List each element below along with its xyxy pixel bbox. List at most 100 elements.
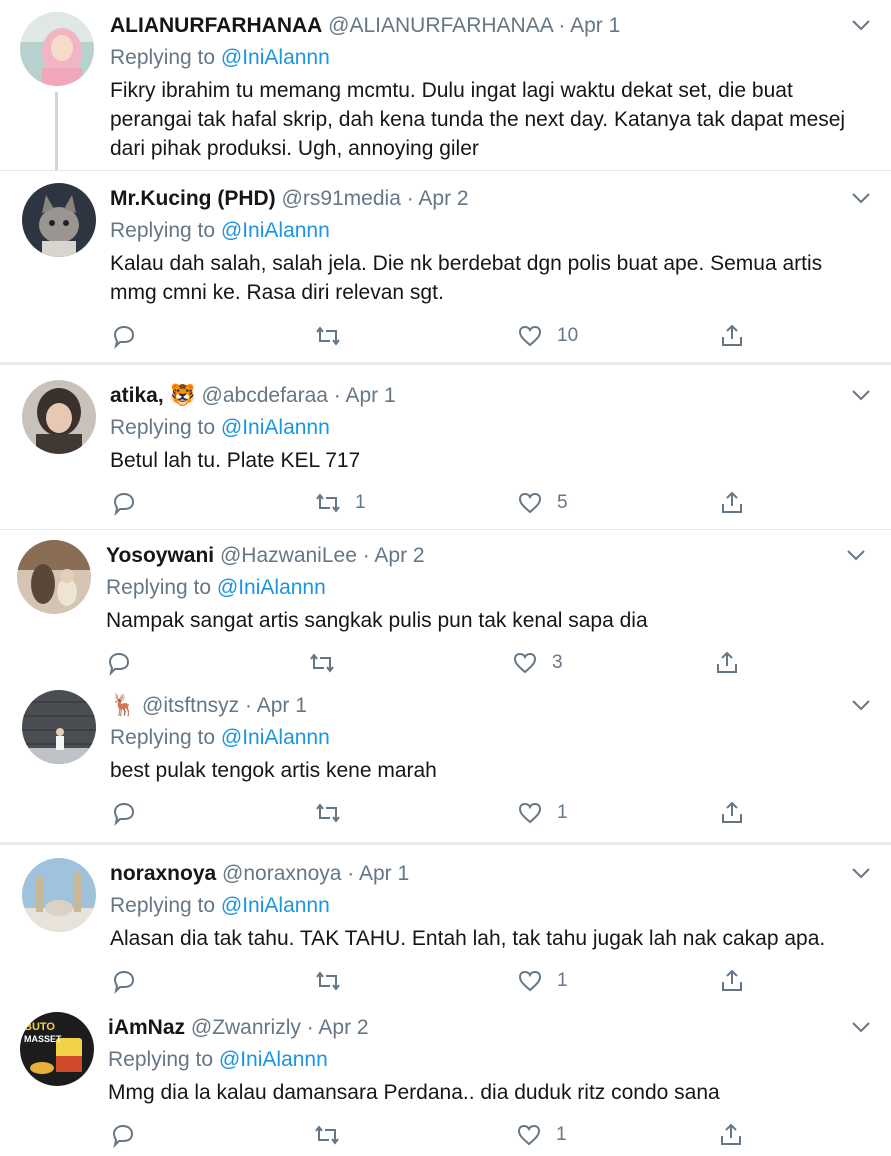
chevron-down-icon[interactable] <box>850 1016 872 1038</box>
separator-dot: · <box>362 544 370 567</box>
replying-label: Replying to <box>110 46 216 69</box>
avatar[interactable]: BUTO MASSET <box>20 1012 94 1086</box>
tweet[interactable]: 🦌 @itsftnsyz · Apr 1 Replying to @IniAla… <box>0 682 891 842</box>
tweet-text: Kalau dah salah, salah jela. Die nk berd… <box>110 252 823 304</box>
display-name[interactable]: ALIANURFARHANAA <box>110 14 322 37</box>
avatar[interactable] <box>22 858 96 932</box>
mention-link[interactable]: @IniAlannn <box>221 46 330 69</box>
mention-link[interactable]: @IniAlannn <box>219 1048 328 1071</box>
retweet-button[interactable] <box>315 798 355 828</box>
user-handle[interactable]: @noraxnoya <box>222 862 341 885</box>
tweet-text: best pulak tengok artis kene marah <box>110 759 437 782</box>
tweet[interactable]: Mr.Kucing (PHD) @rs91media · Apr 2 Reply… <box>0 171 891 361</box>
tweet-date[interactable]: Apr 2 <box>374 544 424 567</box>
reply-button[interactable] <box>111 798 151 828</box>
user-handle[interactable]: @ALIANURFARHANAA <box>328 14 552 37</box>
avatar[interactable] <box>22 690 96 764</box>
display-name[interactable]: Mr.Kucing (PHD) <box>110 187 276 210</box>
tweet-header: ALIANURFARHANAA @ALIANURFARHANAA · Apr 1 <box>110 12 620 40</box>
reply-button[interactable] <box>111 321 151 351</box>
retweet-button[interactable]: 1 <box>315 488 366 518</box>
chevron-down-icon[interactable] <box>850 14 872 36</box>
like-count: 1 <box>556 1124 567 1145</box>
retweet-icon <box>310 653 334 673</box>
like-button[interactable]: 1 <box>517 798 568 828</box>
retweet-button[interactable] <box>314 1120 354 1150</box>
user-handle[interactable]: @rs91media <box>282 187 401 210</box>
share-button[interactable] <box>719 798 745 828</box>
tweet-header: 🦌 @itsftnsyz · Apr 1 <box>110 692 307 720</box>
display-name[interactable]: noraxnoya <box>110 862 216 885</box>
share-icon <box>721 1123 741 1145</box>
chevron-down-icon[interactable] <box>850 862 872 884</box>
share-button[interactable] <box>719 488 745 518</box>
reply-button[interactable] <box>106 648 146 678</box>
tweet-date[interactable]: Apr 1 <box>570 14 620 37</box>
share-button[interactable] <box>718 1120 744 1150</box>
replying-to: Replying to @IniAlannn <box>110 724 330 752</box>
share-button[interactable] <box>719 321 745 351</box>
retweet-button[interactable] <box>315 966 355 996</box>
user-handle[interactable]: @itsftnsyz <box>142 694 239 717</box>
mention-link[interactable]: @IniAlannn <box>221 894 330 917</box>
like-button[interactable]: 1 <box>517 966 568 996</box>
tweet[interactable]: Yosoywani @HazwaniLee · Apr 2 Replying t… <box>0 530 891 680</box>
like-button[interactable]: 1 <box>516 1120 567 1150</box>
chevron-down-icon[interactable] <box>850 187 872 209</box>
user-handle[interactable]: @HazwaniLee <box>220 544 357 567</box>
user-handle[interactable]: @abcdefaraa <box>202 384 328 407</box>
name-emoji: 🦌 <box>110 694 137 717</box>
mention-link[interactable]: @IniAlannn <box>221 219 330 242</box>
chevron-down-icon[interactable] <box>850 694 872 716</box>
like-button[interactable]: 5 <box>517 488 568 518</box>
like-button[interactable]: 10 <box>517 321 578 351</box>
mention-link[interactable]: @IniAlannn <box>221 416 330 439</box>
reply-button[interactable] <box>110 1120 150 1150</box>
tweet[interactable]: noraxnoya @noraxnoya · Apr 1 Replying to… <box>0 846 891 998</box>
display-name[interactable]: iAmNaz <box>108 1016 185 1039</box>
heart-icon <box>518 970 542 992</box>
share-button[interactable] <box>719 966 745 996</box>
avatar-logo-text: BUTO <box>24 1021 55 1033</box>
reply-icon <box>113 970 135 994</box>
tweet-text: Nampak sangat artis sangkak pulis pun ta… <box>106 609 648 632</box>
tweet-header: noraxnoya @noraxnoya · Apr 1 <box>110 860 409 888</box>
tweet-actions: 1 <box>0 1120 891 1150</box>
reply-button[interactable] <box>111 488 151 518</box>
separator-dot: · <box>558 14 566 37</box>
heart-icon <box>513 652 537 674</box>
tweet-text: Mmg dia la kalau damansara Perdana.. dia… <box>108 1081 720 1104</box>
user-handle[interactable]: @Zwanrizly <box>191 1016 301 1039</box>
tweet-date[interactable]: Apr 2 <box>418 187 468 210</box>
avatar[interactable] <box>22 183 96 257</box>
replying-to: Replying to @IniAlannn <box>110 414 330 442</box>
retweet-button[interactable] <box>309 648 349 678</box>
reply-button[interactable] <box>111 966 151 996</box>
mention-link[interactable]: @IniAlannn <box>217 576 326 599</box>
display-name[interactable]: Yosoywani <box>106 544 214 567</box>
tweet-date[interactable]: Apr 1 <box>345 384 395 407</box>
share-icon <box>722 491 742 513</box>
avatar[interactable] <box>20 12 94 86</box>
avatar[interactable] <box>22 380 96 454</box>
tweet-date[interactable]: Apr 1 <box>359 862 409 885</box>
tweet-header: Yosoywani @HazwaniLee · Apr 2 <box>106 542 425 570</box>
tweet-date[interactable]: Apr 1 <box>257 694 307 717</box>
chevron-down-icon[interactable] <box>850 384 872 406</box>
tweet-date[interactable]: Apr 2 <box>318 1016 368 1039</box>
thread-line <box>55 92 58 170</box>
avatar[interactable] <box>17 540 91 614</box>
like-button[interactable]: 3 <box>512 648 563 678</box>
heart-icon <box>518 492 542 514</box>
avatar-logo-text: MASSET <box>24 1034 62 1044</box>
tweet[interactable]: ALIANURFARHANAA @ALIANURFARHANAA · Apr 1… <box>0 0 891 170</box>
chevron-down-icon[interactable] <box>845 544 867 566</box>
mention-link[interactable]: @IniAlannn <box>221 726 330 749</box>
share-button[interactable] <box>714 648 740 678</box>
tweet[interactable]: BUTO MASSET iAmNaz @Zwanrizly · Apr 2 Rep… <box>0 1000 891 1156</box>
retweet-button[interactable] <box>315 321 355 351</box>
retweet-icon <box>316 326 340 346</box>
tweet[interactable]: atika, 🐯 @abcdefaraa · Apr 1 Replying to… <box>0 366 891 528</box>
display-name[interactable]: atika, <box>110 384 164 407</box>
tweet-text: Betul lah tu. Plate KEL 717 <box>110 449 361 472</box>
